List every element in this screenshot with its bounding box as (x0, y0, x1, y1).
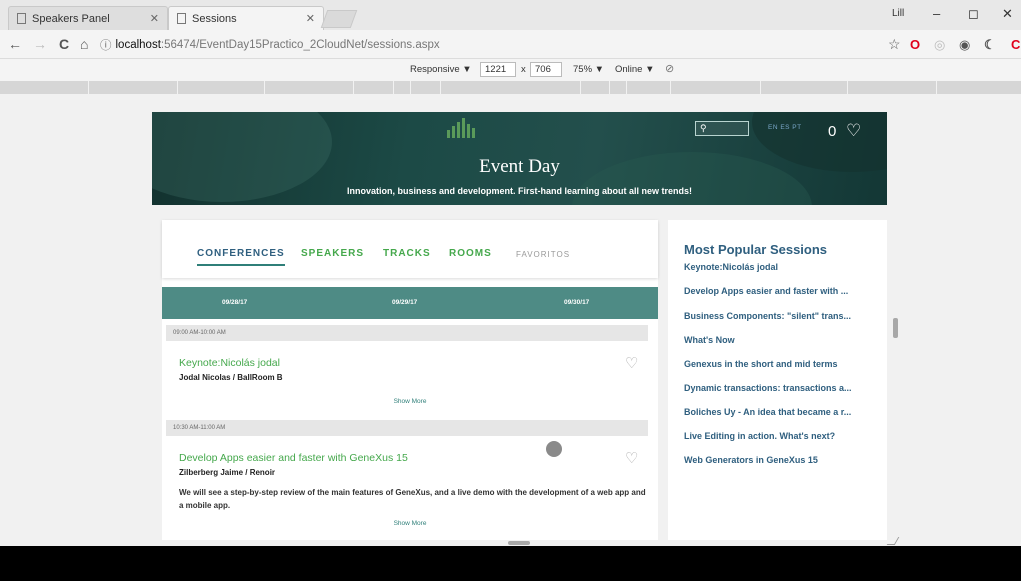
new-tab-button[interactable] (320, 10, 358, 28)
session-speaker-room: Zilberberg Jaime / Renoir (179, 468, 276, 477)
show-more-link[interactable]: Show More (162, 520, 658, 527)
session-speaker-room: Jodal Nicolas / BallRoom B (179, 373, 283, 382)
reload-button[interactable]: C (59, 36, 69, 52)
rotate-icon[interactable]: ⊘ (665, 62, 674, 75)
popular-session-link[interactable]: Live Editing in action. What's next? (684, 431, 835, 441)
resize-handle-bottom[interactable] (508, 541, 530, 545)
popular-sessions-heading: Most Popular Sessions (684, 242, 828, 257)
url-host: localhost (115, 38, 161, 51)
browser-tab-speakers-panel[interactable]: Speakers Panel ✕ (8, 6, 168, 30)
extension-icon[interactable]: ◉ (959, 37, 970, 53)
date-tab[interactable]: 09/29/17 (392, 299, 417, 306)
hero-banner: Event Day Innovation, business and devel… (152, 112, 887, 205)
favorites-heart-icon[interactable]: ♡ (846, 121, 861, 141)
tab-tracks[interactable]: TRACKS (383, 248, 431, 259)
opera-icon[interactable]: O (910, 37, 920, 52)
popular-session-link[interactable]: Business Components: "silent" trans... (684, 311, 851, 321)
home-button[interactable]: ⌂ (80, 36, 88, 52)
tab-title: Speakers Panel (32, 12, 110, 25)
popular-session-link[interactable]: What's Now (684, 335, 735, 345)
section-tabs: CONFERENCES SPEAKERS TRACKS ROOMS FAVORI… (162, 220, 658, 278)
search-icon: ⚲ (700, 123, 707, 133)
tab-conferences[interactable]: CONFERENCES (197, 248, 285, 266)
user-icon[interactable]: Lill (892, 8, 904, 19)
forward-button[interactable]: → (33, 36, 47, 52)
device-toolbar: Responsive ▼ 1221 x 706 75% ▼ Online ▼ ⊘ (0, 59, 1021, 81)
dimension-separator: x (521, 64, 526, 75)
resize-handle-right[interactable] (893, 318, 898, 338)
url-path: :56474/EventDay15Practico_2CloudNet/sess… (160, 38, 440, 51)
screen: Speakers Panel ✕ Sessions ✕ Lill – ◻ ✕ ←… (0, 0, 1021, 581)
network-select[interactable]: Online ▼ (615, 64, 655, 75)
popular-session-link[interactable]: Keynote:Nicolás jodal (684, 262, 778, 272)
browser-tab-sessions[interactable]: Sessions ✕ (168, 6, 324, 30)
media-query-ruler[interactable] (0, 81, 1021, 94)
favorite-heart-icon[interactable]: ♡ (625, 354, 638, 372)
event-subtitle: Innovation, business and development. Fi… (346, 186, 693, 196)
popular-session-link[interactable]: Develop Apps easier and faster with ... (684, 286, 848, 296)
tab-speakers[interactable]: SPEAKERS (301, 248, 364, 259)
session-description: We will see a step-by-step review of the… (179, 488, 646, 510)
popular-session-link[interactable]: Dynamic transactions: transactions a... (684, 383, 852, 393)
popular-session-link[interactable]: Web Generators in GeneXus 15 (684, 455, 818, 465)
close-window-button[interactable]: ✕ (1002, 6, 1013, 22)
sessions-column: CONFERENCES SPEAKERS TRACKS ROOMS FAVORI… (162, 220, 658, 540)
tab-title: Sessions (192, 12, 237, 25)
extension-icon[interactable]: C (1011, 37, 1020, 52)
restore-button[interactable]: ◻ (968, 6, 979, 22)
event-page: Event Day Innovation, business and devel… (152, 112, 887, 540)
browser-toolbar: ← → C ⌂ ⓘ localhost:56474/EventDay15Prac… (0, 30, 1021, 59)
close-icon[interactable]: ✕ (150, 12, 159, 25)
date-tab[interactable]: 09/28/17 (222, 299, 247, 306)
address-bar[interactable]: ⓘ localhost:56474/EventDay15Practico_2Cl… (100, 34, 880, 55)
minimize-button[interactable]: – (933, 6, 940, 21)
width-input[interactable]: 1221 (480, 62, 516, 77)
bookmark-star-icon[interactable]: ☆ (888, 36, 901, 53)
touch-cursor (546, 441, 562, 457)
browser-tabstrip: Speakers Panel ✕ Sessions ✕ Lill – ◻ ✕ (0, 0, 1021, 30)
time-slot-header: 10:30 AM-11:00 AM (166, 420, 648, 436)
session-title[interactable]: Develop Apps easier and faster with Gene… (179, 452, 408, 464)
close-icon[interactable]: ✕ (306, 12, 315, 25)
favorites-count: 0 (828, 123, 837, 140)
height-input[interactable]: 706 (530, 62, 562, 77)
extension-icon[interactable]: ☾ (984, 37, 996, 53)
show-more-link[interactable]: Show More (162, 398, 658, 405)
date-selector: 09/28/17 09/29/17 09/30/17 (162, 287, 658, 319)
popular-session-link[interactable]: Boliches Uy - An idea that became a r... (684, 407, 851, 417)
popular-session-link[interactable]: Genexus in the short and mid terms (684, 359, 838, 369)
popular-sessions-panel: Most Popular Sessions Keynote:Nicolás jo… (668, 220, 887, 540)
time-slot-header: 09:00 AM-10:00 AM (166, 325, 648, 341)
event-title: Event Day (479, 156, 560, 177)
back-button[interactable]: ← (8, 36, 22, 52)
extension-icon[interactable]: ◎ (934, 37, 945, 53)
favorite-heart-icon[interactable]: ♡ (625, 449, 638, 467)
tab-rooms[interactable]: ROOMS (449, 248, 492, 259)
tab-favoritos[interactable]: FAVORITOS (516, 250, 570, 259)
zoom-select[interactable]: 75% ▼ (573, 64, 604, 75)
document-icon (177, 13, 186, 24)
language-selector[interactable]: EN ES PT (768, 124, 802, 131)
info-icon[interactable]: ⓘ (100, 37, 112, 53)
session-title[interactable]: Keynote:Nicolás jodal (179, 357, 280, 369)
document-icon (17, 13, 26, 24)
search-input[interactable]: ⚲ (695, 121, 749, 136)
device-select[interactable]: Responsive ▼ (410, 64, 472, 75)
date-tab[interactable]: 09/30/17 (564, 299, 589, 306)
event-logo-icon (447, 118, 475, 138)
